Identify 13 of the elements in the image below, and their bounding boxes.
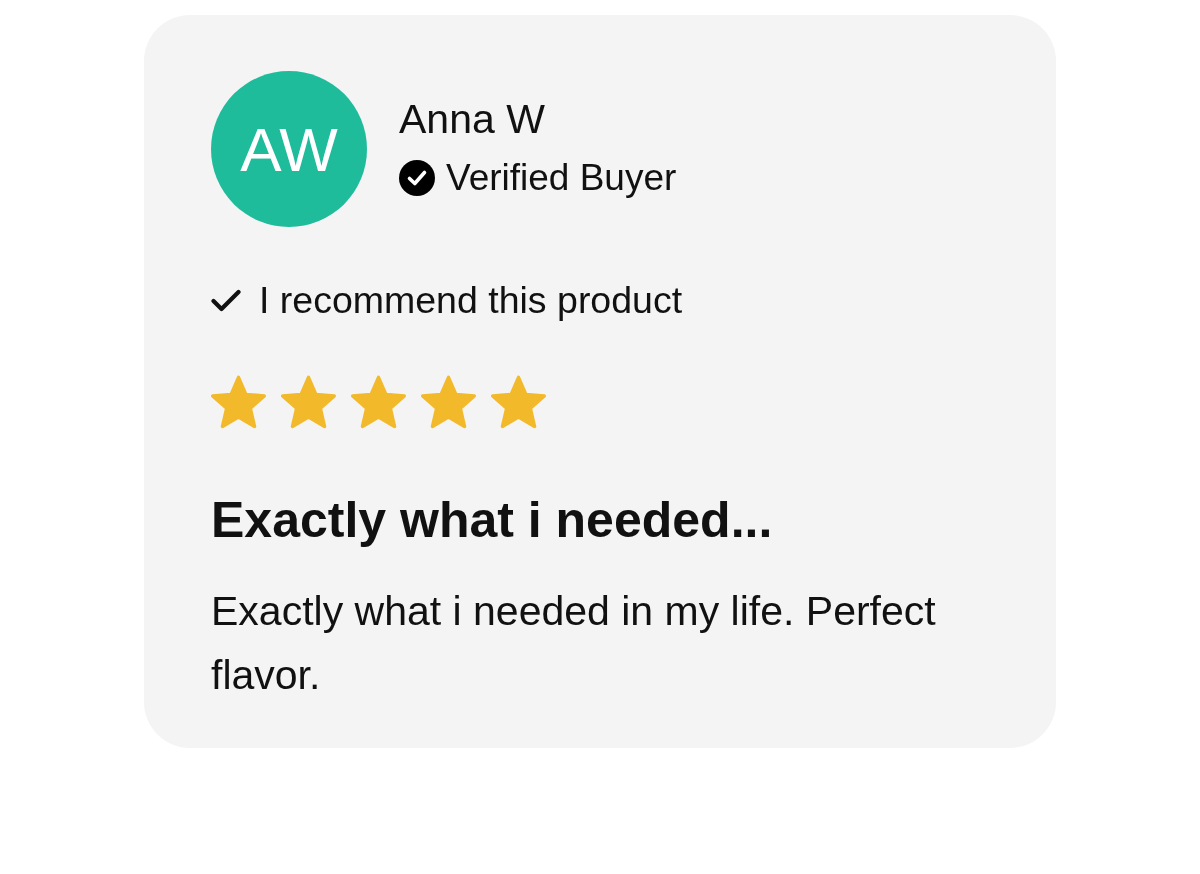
review-text: Exactly what i needed in my life. Perfect flavor.: [211, 587, 937, 700]
check-circle-icon: [399, 160, 435, 196]
verified-label: Verified Buyer: [446, 156, 677, 200]
avatar-initials: AW: [211, 71, 367, 227]
reviewer-name: Anna W: [399, 96, 546, 142]
star-icon: [281, 374, 336, 430]
star-icon: [211, 374, 266, 430]
review-title: Exactly what i needed...: [211, 491, 774, 550]
star-icon: [421, 374, 476, 430]
star-icon: [351, 374, 406, 430]
recommendation-text: I recommend this product: [259, 278, 683, 322]
star-icon: [491, 374, 546, 430]
check-icon: [211, 287, 241, 313]
